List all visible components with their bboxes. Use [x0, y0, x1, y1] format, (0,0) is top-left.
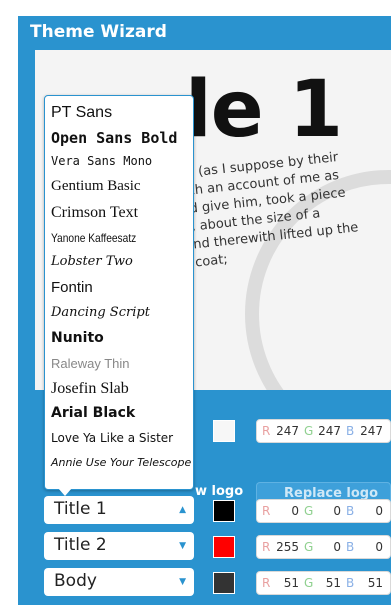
red-value[interactable]: 247 — [273, 424, 299, 438]
font-option[interactable]: Annie Use Your Telescope — [51, 456, 191, 469]
window-title: Theme Wizard — [30, 22, 167, 42]
font-option[interactable]: Yanone Kaffeesatz — [51, 231, 136, 245]
title1-color-swatch[interactable] — [213, 500, 235, 522]
title1-label: Title 1 — [54, 499, 107, 519]
font-option[interactable]: Lobster Two — [51, 254, 133, 269]
green-value[interactable]: 247 — [315, 424, 341, 438]
font-option[interactable]: Crimson Text — [51, 204, 138, 222]
blue-value[interactable]: 0 — [357, 540, 383, 554]
title2-rgb-field[interactable]: R 255 G 0 B 0 — [256, 535, 391, 559]
title2-label: Title 2 — [54, 535, 107, 555]
font-option[interactable]: Vera Sans Mono — [51, 154, 152, 168]
title1-rgb-field[interactable]: R 0 G 0 B 0 — [256, 499, 391, 523]
blue-label: B — [346, 504, 355, 518]
green-label: G — [304, 576, 314, 590]
green-label: G — [304, 424, 314, 438]
green-value[interactable]: 0 — [315, 540, 341, 554]
green-label: G — [304, 540, 314, 554]
preview-title: le 1 — [185, 65, 343, 155]
body-label: Body — [54, 571, 97, 591]
font-option[interactable]: Fontin — [51, 279, 93, 296]
font-option[interactable]: Josefin Slab — [51, 380, 129, 398]
font-dropdown-list: PT Sans Open Sans Bold Vera Sans Mono Ge… — [44, 95, 194, 490]
body-rgb-field[interactable]: R 51 G 51 B 51 — [256, 571, 391, 595]
blue-value[interactable]: 51 — [357, 576, 383, 590]
chevron-up-icon: ▲ — [179, 505, 186, 515]
font-option[interactable]: Open Sans Bold — [51, 129, 177, 147]
blue-label: B — [346, 540, 355, 554]
body-color-swatch[interactable] — [213, 572, 235, 594]
font-option[interactable]: Nunito — [51, 330, 104, 346]
new-logo-label[interactable]: w logo — [195, 484, 243, 499]
red-value[interactable]: 255 — [273, 540, 299, 554]
font-option[interactable]: Raleway Thin — [51, 356, 130, 371]
green-value[interactable]: 0 — [315, 504, 341, 518]
dropdown-caret — [58, 488, 72, 496]
font-option[interactable]: PT Sans — [51, 104, 112, 122]
font-option[interactable]: Dancing Script — [51, 305, 150, 320]
blue-label: B — [346, 576, 355, 590]
body-font-select[interactable]: Body ▼ — [44, 568, 194, 596]
green-value[interactable]: 51 — [315, 576, 341, 590]
red-label: R — [262, 424, 271, 438]
blue-label: B — [346, 424, 355, 438]
font-option[interactable]: Arial Black — [51, 405, 135, 421]
red-label: R — [262, 576, 271, 590]
preview-body-text: g (as I suppose by their ch an account o… — [185, 149, 360, 271]
chevron-down-icon: ▼ — [179, 577, 186, 587]
red-label: R — [262, 504, 271, 518]
font-option[interactable]: Gentium Basic — [51, 178, 141, 195]
blue-value[interactable]: 247 — [357, 424, 383, 438]
chevron-down-icon: ▼ — [179, 541, 186, 551]
background-color-swatch[interactable] — [213, 420, 235, 442]
font-option[interactable]: Love Ya Like a Sister — [51, 431, 173, 445]
red-label: R — [262, 540, 271, 554]
red-value[interactable]: 51 — [273, 576, 299, 590]
green-label: G — [304, 504, 314, 518]
title1-font-select[interactable]: Title 1 ▲ — [44, 496, 194, 524]
blue-value[interactable]: 0 — [357, 504, 383, 518]
background-rgb-field[interactable]: R 247 G 247 B 247 — [256, 419, 391, 443]
title2-font-select[interactable]: Title 2 ▼ — [44, 532, 194, 560]
title2-color-swatch[interactable] — [213, 536, 235, 558]
red-value[interactable]: 0 — [273, 504, 299, 518]
